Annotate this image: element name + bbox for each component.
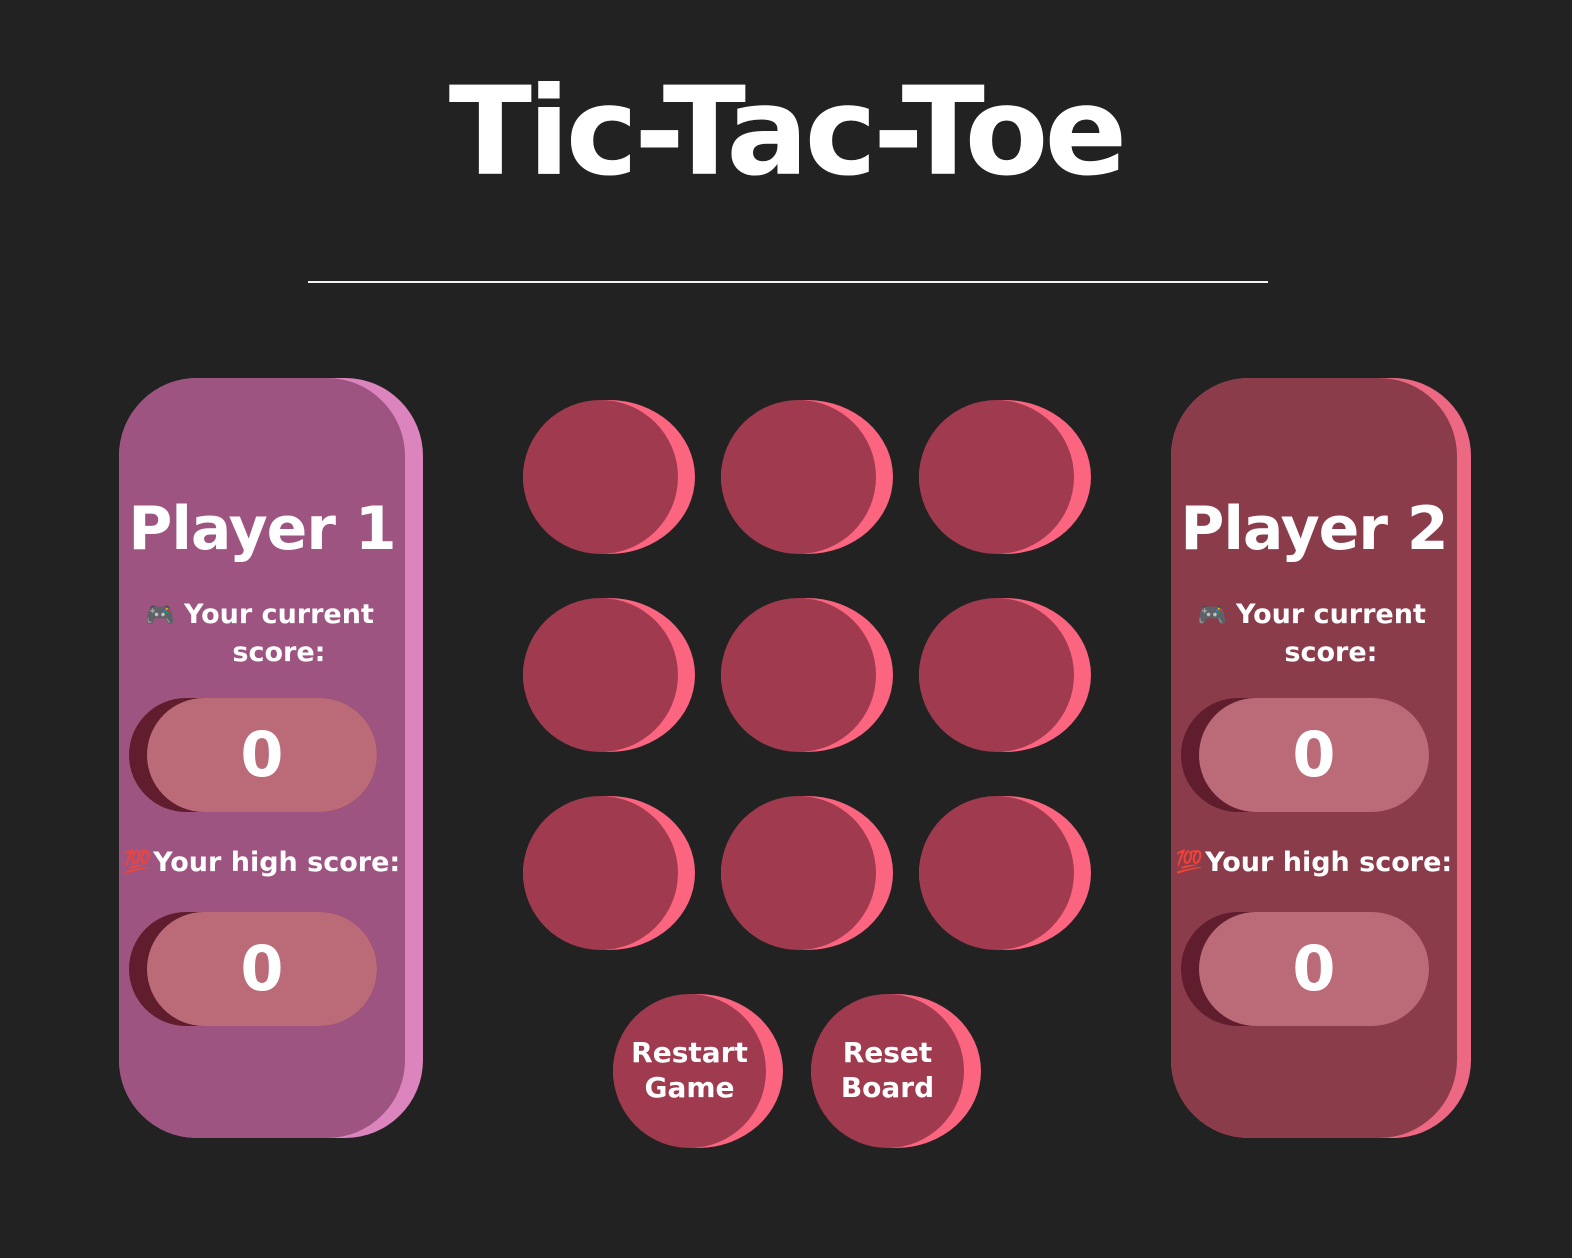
board-cell-2[interactable] [721,400,893,554]
player-2-current-score-pill: 0 [1181,698,1429,812]
player-1-current-score-label: 🎮 Your current score: [119,596,405,672]
title-divider [308,281,1268,283]
player-1-current-score-pill: 0 [129,698,377,812]
board-cell-face[interactable] [721,400,876,554]
player-1-name: Player 1 [128,494,396,564]
player-1-current-score-text: Your current score: [184,599,374,668]
board-cell-face[interactable] [721,598,876,752]
board-cell-face[interactable] [919,796,1074,950]
hundred-points-icon: 💯 [123,850,151,875]
player-2-panel-face: Player 2 🎮 Your current score: 0 💯 Your hi… [1171,378,1457,1138]
board-cell-8[interactable] [721,796,893,950]
board-cell-4[interactable] [523,598,695,752]
reset-board-button[interactable]: Reset Board [811,994,981,1148]
player-1-panel: Player 1 🎮 Your current score: 0 💯 Your hi… [119,378,423,1138]
board-cell-6[interactable] [919,598,1091,752]
board-cell-7[interactable] [523,796,695,950]
board-cell-face[interactable] [523,400,678,554]
player-2-current-score-label: 🎮 Your current score: [1171,596,1457,672]
board-cell-9[interactable] [919,796,1091,950]
reset-board-button-face[interactable]: Reset Board [811,994,964,1148]
video-game-controller-icon: 🎮 [1197,601,1227,629]
player-2-panel: Player 2 🎮 Your current score: 0 💯 Your hi… [1171,378,1471,1138]
player-2-high-score-text: Your high score: [1205,847,1453,878]
player-1-current-score-value: 0 [147,698,377,812]
player-2-high-score-label: 💯 Your high score: [1171,844,1457,882]
board-cell-face[interactable] [919,598,1074,752]
player-1-panel-face: Player 1 🎮 Your current score: 0 💯 Your hi… [119,378,405,1138]
board-cell-face[interactable] [523,598,678,752]
player-1-high-score-pill: 0 [129,912,377,1026]
player-2-high-score-pill: 0 [1181,912,1429,1026]
board-cell-face[interactable] [523,796,678,950]
player-1-high-score-value: 0 [147,912,377,1026]
player-1-high-score-text: Your high score: [153,847,401,878]
board-cell-1[interactable] [523,400,695,554]
player-2-current-score-text: Your current score: [1236,599,1426,668]
video-game-controller-icon: 🎮 [145,601,175,629]
player-2-current-score-value: 0 [1199,698,1429,812]
board-cell-face[interactable] [721,796,876,950]
board-cell-3[interactable] [919,400,1091,554]
restart-game-label: Restart Game [631,1036,748,1104]
board-cell-5[interactable] [721,598,893,752]
reset-board-label: Reset Board [840,1036,935,1104]
player-2-name: Player 2 [1180,494,1448,564]
restart-game-button-face[interactable]: Restart Game [613,994,766,1148]
restart-game-button[interactable]: Restart Game [613,994,783,1148]
board-cell-face[interactable] [919,400,1074,554]
page-title: Tic-Tac-Toe [448,61,1127,203]
player-2-high-score-value: 0 [1199,912,1429,1026]
player-1-high-score-label: 💯 Your high score: [119,844,405,882]
hundred-points-icon: 💯 [1175,850,1203,875]
